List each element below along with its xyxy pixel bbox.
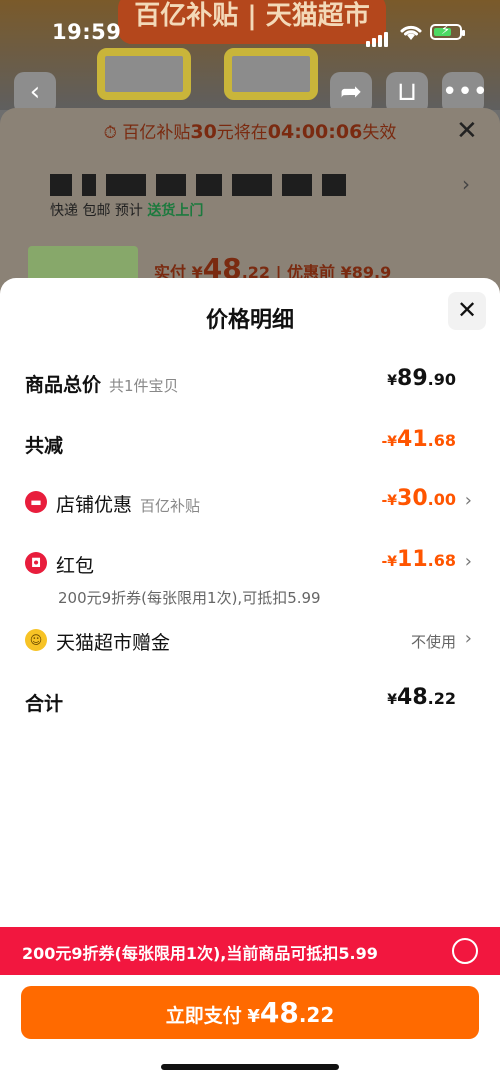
- supermarket-bonus-label: 天猫超市赠金: [56, 632, 171, 654]
- chevron-right-icon: ›: [464, 628, 472, 649]
- sum-label: 合计: [25, 693, 64, 715]
- item-count: 共1件宝贝: [109, 377, 179, 395]
- reduction-value: -¥41.68: [381, 427, 456, 452]
- chevron-right-icon: ›: [464, 551, 472, 572]
- chevron-right-icon: ›: [464, 490, 472, 511]
- status-time: 19:59: [52, 20, 122, 44]
- signal-icon: [366, 28, 390, 47]
- store-discount-icon: ▬: [25, 491, 47, 513]
- red-packet-value: -¥11.68: [381, 547, 456, 572]
- store-discount-value: -¥30.00: [381, 486, 456, 511]
- subsidy-countdown: ⏱ 百亿补贴30元将在04:00:06失效: [103, 121, 397, 143]
- clock-icon: ⏱: [103, 123, 117, 143]
- red-packet-icon: ◘: [25, 552, 47, 574]
- total-price-value: ¥89.90: [387, 366, 456, 391]
- home-indicator[interactable]: [161, 1064, 339, 1070]
- pay-button-label: 立即支付: [165, 1005, 242, 1027]
- pay-now-button[interactable]: 立即支付 ¥48.22: [21, 986, 479, 1039]
- product-title-blurred: [50, 174, 356, 196]
- store-discount-hint: 百亿补贴: [140, 497, 201, 515]
- total-price-label: 商品总价: [25, 374, 102, 396]
- sum-value: ¥48.22: [387, 685, 456, 710]
- chevron-right-icon[interactable]: ›: [462, 172, 470, 196]
- coupon-radio[interactable]: [452, 938, 478, 964]
- close-icon[interactable]: ✕: [456, 116, 478, 146]
- coupon-text: 200元9折券(每张限用1次),当前商品可抵扣5.99: [22, 944, 378, 963]
- store-discount-label: 店铺优惠: [56, 494, 133, 516]
- shipping-info: 快递 包邮 预计 送货上门: [50, 203, 204, 219]
- bonus-icon: ☺: [25, 629, 47, 651]
- supermarket-bonus-value: 不使用: [410, 633, 456, 651]
- battery-icon: ⚡: [430, 23, 465, 40]
- sheet-title: 价格明细: [205, 308, 294, 333]
- status-bar: 19:59 ⚡: [0, 0, 500, 64]
- reduction-label: 共减: [25, 435, 64, 457]
- red-packet-note: 200元9折券(每张限用1次),可抵扣5.99: [58, 589, 321, 607]
- coupon-bar[interactable]: 200元9折券(每张限用1次),当前商品可抵扣5.99: [0, 927, 500, 975]
- wifi-icon: [400, 25, 422, 40]
- close-icon: ✕: [456, 296, 478, 324]
- red-packet-label: 红包: [56, 555, 95, 577]
- close-button[interactable]: ✕: [448, 292, 486, 330]
